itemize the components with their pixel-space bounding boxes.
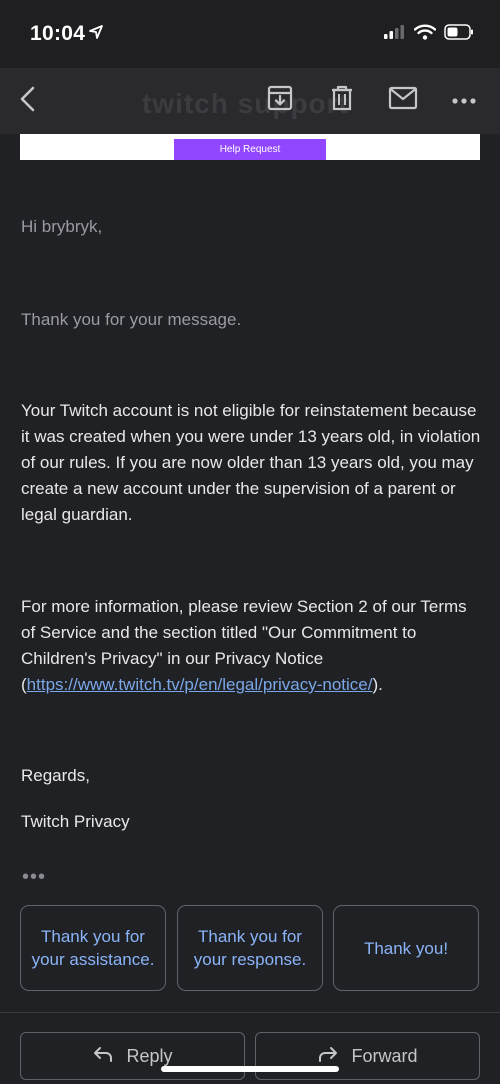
email-paragraph-more-info: For more information, please review Sect… [21, 594, 483, 698]
archive-icon[interactable] [266, 84, 294, 117]
toolbar-ghost-text: twitch support [142, 88, 349, 119]
email-paragraph-eligibility: Your Twitch account is not eligible for … [21, 401, 481, 524]
reply-button[interactable]: Reply [20, 1032, 245, 1080]
email-signature: Twitch Privacy [21, 812, 130, 831]
email-header-banner: Help Request [20, 134, 480, 160]
forward-button[interactable]: Forward [255, 1032, 480, 1080]
bottom-divider [0, 1012, 500, 1013]
help-request-button[interactable]: Help Request [174, 139, 326, 160]
wifi-icon [413, 24, 437, 45]
status-bar: 10:04 [0, 0, 500, 68]
smart-reply-3[interactable]: Thank you! [333, 905, 479, 991]
forward-icon [317, 1045, 339, 1068]
email-greeting: Hi brybryk, [21, 217, 103, 236]
location-arrow-icon [88, 24, 104, 45]
privacy-notice-link[interactable]: https://www.twitch.tv/p/en/legal/privacy… [27, 675, 373, 694]
email-paragraph-more-info-end: ). [372, 675, 383, 694]
reply-label: Reply [126, 1045, 173, 1066]
mail-icon[interactable] [388, 86, 418, 115]
smart-reply-2[interactable]: Thank you for your response. [177, 905, 323, 991]
battery-icon [444, 24, 474, 45]
status-time: 10:04 [30, 22, 86, 45]
reply-icon [92, 1045, 114, 1068]
cellular-signal-icon [384, 25, 406, 44]
back-chevron-icon[interactable] [18, 85, 38, 118]
show-trimmed-content-button[interactable]: ••• [22, 866, 46, 889]
more-horizontal-icon[interactable] [452, 92, 476, 110]
smart-reply-1[interactable]: Thank you for your assistance. [20, 905, 166, 991]
email-thanks: Thank you for your message. [21, 310, 242, 329]
forward-label: Forward [351, 1045, 418, 1066]
email-toolbar: twitch support [0, 68, 500, 134]
delete-icon[interactable] [328, 84, 356, 117]
email-sign-off: Regards, [21, 766, 90, 785]
home-indicator[interactable] [161, 1066, 339, 1072]
status-icons [384, 24, 474, 45]
